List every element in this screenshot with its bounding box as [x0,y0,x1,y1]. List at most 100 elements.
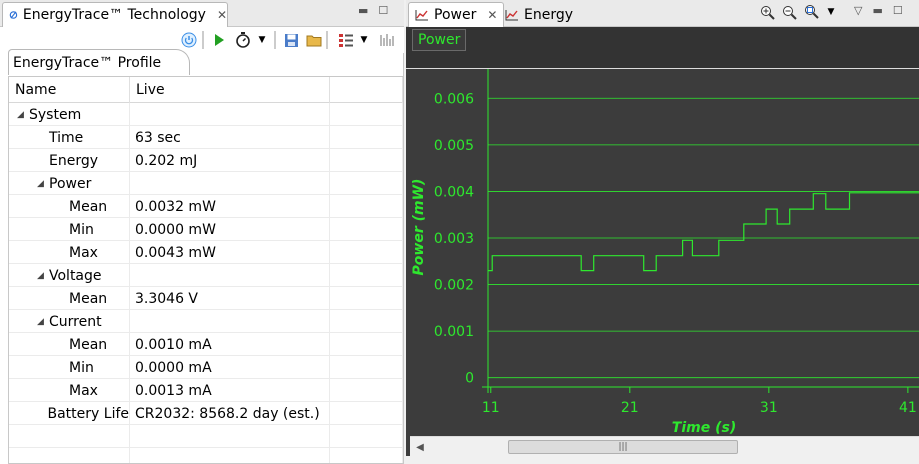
table-row[interactable]: Mean 0.0032 mW [9,195,403,218]
empty-cell [330,402,403,425]
line-chart-icon [505,9,518,20]
open-button[interactable] [304,30,324,50]
empty-cell [330,126,403,149]
empty-cell [9,448,130,463]
save-icon [284,33,298,47]
view-window-controls: ▽ ▬ ☐ [854,4,903,17]
y-tick-label: 0.002 [434,278,474,294]
x-tick-label: 41 [899,400,917,416]
zoom-out-icon [782,5,797,20]
table-row[interactable]: Max 0.0013 mA [9,379,403,402]
table-row[interactable]: Max 0.0043 mW [9,241,403,264]
play-icon [215,34,224,46]
profile-table: Name Live ◢ System Time 63 sec Energy 0.202 m… [8,76,404,464]
empty-cell [330,218,403,241]
x-axis-label: Time (s) [672,420,736,436]
power-chart[interactable]: 0 0.001 0.002 0.003 0.004 0.005 0.006 11 21 31 41 T… [406,69,919,436]
row-name: Mean [69,198,108,215]
table-row[interactable]: Battery Life CR2032: 8568.2 day (est.) [9,402,403,425]
empty-cell [330,448,403,463]
expand-triangle-icon[interactable]: ◢ [37,179,49,189]
view-window-controls: ▬ ☐ [358,4,388,17]
column-header-name[interactable]: Name [9,77,130,103]
expand-triangle-icon[interactable]: ◢ [37,271,49,281]
y-tick-label: 0.006 [434,91,474,107]
timer-dropdown-icon[interactable]: ▼ [256,30,268,50]
subtab-label: EnergyTrace™ Profile [13,54,162,71]
toolbar-separator [326,31,328,49]
row-name: Mean [69,290,108,307]
tab-energytrace-profile[interactable]: EnergyTrace™ Profile [8,49,191,75]
table-row[interactable]: Energy 0.202 mJ [9,149,403,172]
energytrace-view: EnergyTrace™ Technology ✕ ▬ ☐ ▼ ▼ Energy… [0,0,404,464]
y-tick-label: 0.001 [434,324,474,340]
row-name: Min [69,359,94,376]
table-row[interactable]: Min 0.0000 mW [9,218,403,241]
close-tab-icon[interactable]: ✕ [487,8,497,22]
row-name: Mean [69,336,108,353]
tab-energy[interactable]: Energy [499,2,579,27]
minimize-icon[interactable]: ▬ [872,4,882,17]
app-window: EnergyTrace™ Technology ✕ ▬ ☐ ▼ ▼ Energy… [0,0,919,464]
empty-cell [130,448,330,463]
folder-icon [306,35,321,47]
bottom-strip [406,456,919,464]
tab-power[interactable]: Power ✕ [408,2,505,27]
table-row[interactable]: ◢ Voltage [9,264,403,287]
table-row[interactable]: Mean 0.0010 mA [9,333,403,356]
live-value-cell [130,172,330,195]
live-value-cell: 0.202 mJ [130,149,330,172]
horizontal-scrollbar[interactable]: ◀ ||| [410,436,919,456]
zoom-dropdown-icon[interactable]: ▼ [825,2,837,22]
zoom-out-button[interactable] [780,2,798,22]
toolbar-separator [202,31,204,49]
expand-triangle-icon[interactable]: ◢ [37,317,49,327]
scrollbar-thumb[interactable]: ||| [508,440,738,454]
start-button[interactable] [210,30,228,50]
energytrace-icon [9,11,18,19]
table-row[interactable]: Time 63 sec [9,126,403,149]
tab-energytrace-technology[interactable]: EnergyTrace™ Technology ✕ [2,2,228,27]
scroll-left-arrow[interactable]: ◀ [412,439,428,455]
timer-button[interactable] [232,30,254,50]
tab-label: Power [434,7,477,23]
table-row[interactable]: ◢ Current [9,310,403,333]
table-row[interactable]: Mean 3.3046 V [9,287,403,310]
maximize-icon[interactable]: ☐ [378,4,388,17]
maximize-icon[interactable]: ☐ [893,4,903,17]
column-header-empty [330,77,403,103]
table-row[interactable]: Min 0.0000 mA [9,356,403,379]
zoom-fit-button[interactable] [802,2,822,22]
empty-cell [330,264,403,287]
live-value-cell [130,103,330,126]
table-row[interactable]: ◢ Power [9,172,403,195]
power-icon [181,32,197,48]
x-tick-label: 11 [482,400,500,416]
live-value-cell [130,264,330,287]
live-value-cell: 0.0013 mA [130,379,330,402]
name-cell: ◢ System [9,103,130,126]
close-tab-icon[interactable]: ✕ [217,8,227,22]
name-cell: Battery Life [9,402,130,425]
live-value-cell: 3.3046 V [130,287,330,310]
expand-triangle-icon[interactable]: ◢ [17,110,29,120]
view-menu-icon[interactable]: ▽ [854,4,862,17]
x-tick-label: 21 [621,400,639,416]
x-tick-label: 31 [760,400,778,416]
live-value-cell: CR2032: 8568.2 day (est.) [130,402,330,425]
table-row[interactable]: ◢ System [9,103,403,126]
graph-toggle-button[interactable] [378,30,396,50]
minimize-icon[interactable]: ▬ [358,4,368,17]
empty-table-row [9,425,403,448]
chart-series-label[interactable]: Power [412,29,467,51]
save-button[interactable] [282,30,300,50]
power-button[interactable] [180,30,198,50]
name-cell: ◢ Current [9,310,130,333]
empty-cell [330,425,403,448]
zoom-in-button[interactable] [758,2,776,22]
profile-menu-button[interactable] [336,30,356,50]
name-cell: Energy [9,149,130,172]
column-header-live[interactable]: Live [130,77,330,103]
row-name: Max [69,382,98,399]
profile-dropdown-icon[interactable]: ▼ [358,30,370,50]
